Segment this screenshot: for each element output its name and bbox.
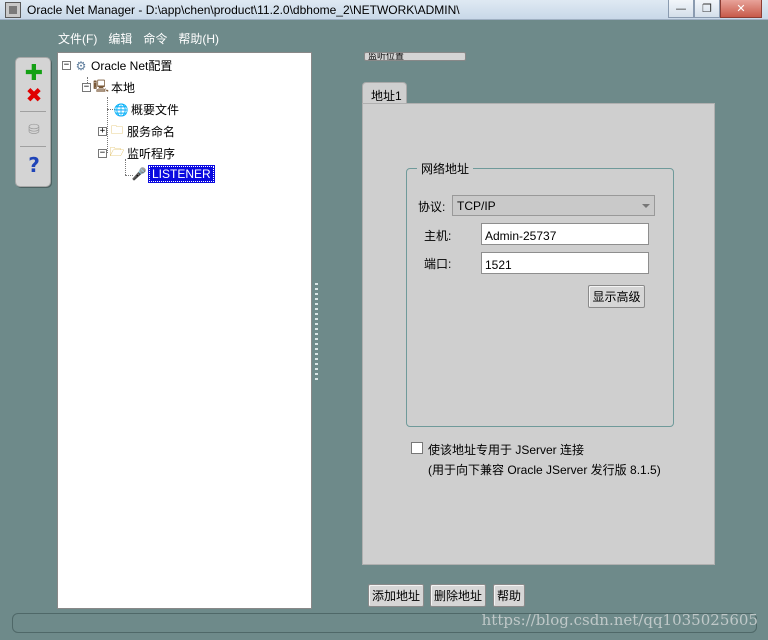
tree-node-listener[interactable]: 🎤 LISTENER (131, 165, 215, 183)
collapse-icon[interactable]: − (98, 149, 107, 158)
tree-node-local[interactable]: − 🖳 本地 (82, 79, 135, 96)
add-address-button[interactable]: 添加地址 (368, 584, 424, 607)
network-address-group: 网络地址 协议: TCP/IP 主机: 端口: 显示高级 (406, 160, 674, 427)
window-controls: — ❐ ✕ (668, 0, 762, 18)
menu-command[interactable]: 命令 (143, 30, 167, 48)
show-advanced-button[interactable]: 显示高级 (588, 285, 645, 308)
menu-help[interactable]: 帮助(H) (178, 30, 219, 48)
restore-button[interactable]: ❐ (694, 0, 720, 18)
tree-node-profile[interactable]: 🌐 概要文件 (113, 101, 180, 118)
protocol-value: TCP/IP (457, 199, 496, 213)
tree-node-root[interactable]: − ⚙ Oracle Net配置 (62, 57, 172, 74)
tree-label: Oracle Net配置 (91, 59, 173, 73)
toolbar-divider (20, 146, 46, 147)
view-selector[interactable]: 监听位置 (364, 52, 466, 61)
minimize-button[interactable]: — (668, 0, 694, 18)
tree-label: 本地 (111, 81, 136, 95)
help-icon[interactable]: ? (24, 153, 44, 177)
port-input[interactable] (481, 252, 649, 274)
vertical-toolbar: ✚ ✖ ⛁ ? (15, 57, 51, 187)
navigator-tree[interactable]: − ⚙ Oracle Net配置 − 🖳 本地 🌐 概要文件 + 🗀 服务命名 … (57, 52, 312, 609)
jserver-checkbox[interactable] (411, 442, 423, 454)
tree-label: 概要文件 (131, 103, 180, 117)
chevron-down-icon (642, 204, 650, 208)
group-title: 网络地址 (417, 160, 474, 177)
delete-address-button[interactable]: 删除地址 (430, 584, 486, 607)
help-button[interactable]: 帮助 (493, 584, 525, 607)
jserver-note: (用于向下兼容 Oracle JServer 发行版 8.1.5) (428, 463, 661, 477)
folder-icon: 🗀 (110, 123, 123, 137)
host-label: 主机: (424, 229, 452, 243)
panel-splitter[interactable] (315, 283, 318, 383)
open-folder-icon: 🗁 (109, 145, 125, 159)
tree-node-listeners[interactable]: − 🗁 监听程序 (98, 145, 175, 162)
tab-address-1[interactable]: 地址1 (362, 82, 407, 104)
remove-icon[interactable]: ✖ (24, 83, 44, 107)
listener-icon: 🎤 (131, 167, 147, 181)
tree-node-service-naming[interactable]: + 🗀 服务命名 (98, 123, 175, 140)
watermark: https://blog.csdn.net/qq1035025605 (481, 611, 758, 629)
toolbar-divider (20, 111, 46, 112)
network-config-icon: ⚙ (75, 58, 87, 73)
app-icon (5, 1, 21, 18)
protocol-label: 协议: (418, 200, 446, 214)
menu-file[interactable]: 文件(F) (58, 30, 97, 48)
database-icon[interactable]: ⛁ (24, 120, 44, 140)
jserver-label: 使该地址专用于 JServer 连接 (428, 443, 585, 457)
window-title: Oracle Net Manager - D:\app\chen\product… (27, 2, 460, 17)
local-computer-icon: 🖳 (93, 79, 110, 93)
collapse-icon[interactable]: − (82, 83, 91, 92)
address-tab-panel: 网络地址 协议: TCP/IP 主机: 端口: 显示高级 使该地址专用于 JSe… (362, 103, 715, 565)
title-bar: Oracle Net Manager - D:\app\chen\product… (0, 0, 768, 20)
tree-label: LISTENER (148, 165, 215, 183)
close-button[interactable]: ✕ (720, 0, 762, 18)
tree-label: 监听程序 (127, 147, 176, 161)
port-label: 端口: (424, 257, 452, 271)
menu-bar: 文件(F) 编辑 命令 帮助(H) (58, 30, 219, 48)
protocol-select[interactable]: TCP/IP (452, 195, 655, 216)
host-input[interactable] (481, 223, 649, 245)
add-icon[interactable]: ✚ (24, 61, 44, 86)
collapse-icon[interactable]: − (62, 61, 71, 70)
globe-icon: 🌐 (113, 102, 129, 117)
expand-icon[interactable]: + (98, 127, 107, 136)
tree-label: 服务命名 (127, 125, 176, 139)
menu-edit[interactable]: 编辑 (108, 30, 132, 48)
